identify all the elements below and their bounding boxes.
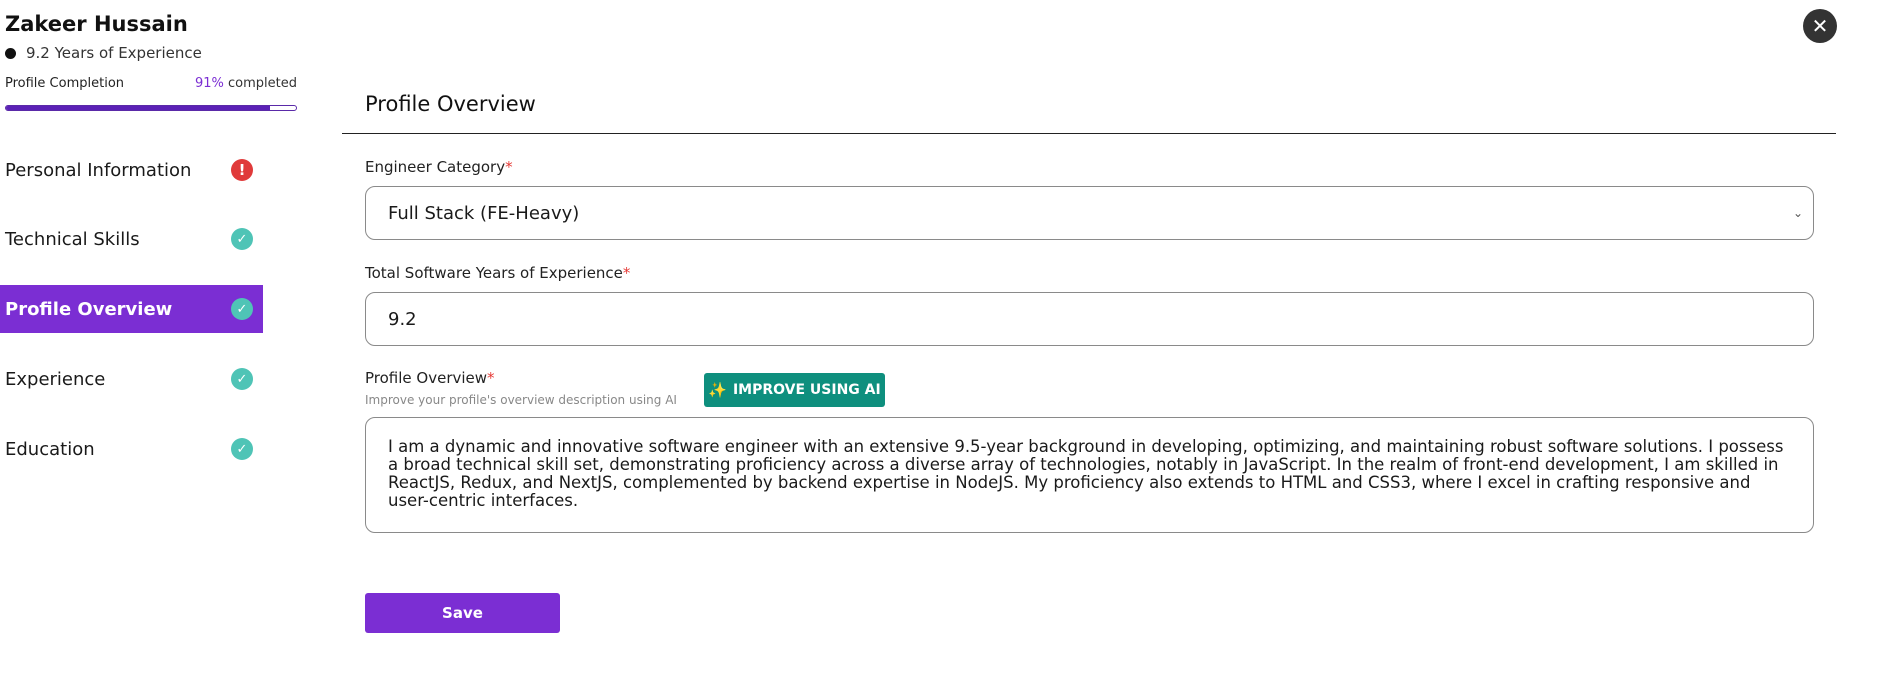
bullet-dot-icon bbox=[5, 47, 16, 59]
sidebar-item-technical-skills[interactable]: Technical Skills ✓ bbox=[0, 215, 263, 263]
improve-using-ai-button[interactable]: ✨ IMPROVE USING AI bbox=[704, 373, 885, 407]
sidebar-item-profile-overview[interactable]: Profile Overview ✓ bbox=[0, 285, 263, 333]
alert-icon: ! bbox=[231, 159, 253, 181]
required-marker: * bbox=[487, 369, 495, 387]
improve-using-ai-label: IMPROVE USING AI bbox=[732, 382, 881, 398]
years-experience-value: 9.2 bbox=[388, 308, 417, 330]
profile-overview-hint: Improve your profile's overview descript… bbox=[365, 393, 677, 407]
required-marker: * bbox=[622, 264, 631, 282]
sidebar-item-personal-information[interactable]: Personal Information ! bbox=[0, 146, 263, 194]
engineer-category-select[interactable]: Full Stack (FE-Heavy) ⌄ bbox=[365, 186, 1814, 240]
sidebar-item-label: Personal Information bbox=[5, 159, 192, 181]
sidebar-item-experience[interactable]: Experience ✓ bbox=[0, 355, 263, 403]
profile-completion-row: Profile Completion 91% completed bbox=[5, 76, 297, 91]
close-icon: ✕ bbox=[1811, 14, 1829, 38]
engineer-category-label-text: Engineer Category bbox=[365, 158, 506, 176]
years-experience-label-text: Total Software Years of Experience bbox=[365, 264, 623, 282]
profile-overview-label-text: Profile Overview bbox=[365, 369, 488, 387]
completion-percent: 91% bbox=[194, 76, 224, 91]
close-button[interactable]: ✕ bbox=[1803, 9, 1837, 43]
experience-text: 9.2 Years of Experience bbox=[26, 44, 202, 62]
profile-overview-textarea[interactable]: I am a dynamic and innovative software e… bbox=[365, 417, 1814, 533]
sidebar-item-label: Education bbox=[5, 438, 95, 460]
experience-summary: 9.2 Years of Experience bbox=[5, 44, 202, 62]
chevron-down-icon: ⌄ bbox=[1792, 206, 1803, 220]
completion-suffix: completed bbox=[223, 76, 297, 91]
profile-overview-label: Profile Overview* bbox=[365, 369, 495, 387]
save-button[interactable]: Save bbox=[365, 593, 560, 633]
check-circle-icon: ✓ bbox=[231, 438, 253, 460]
check-circle-icon: ✓ bbox=[231, 228, 253, 250]
years-experience-input[interactable]: 9.2 bbox=[365, 292, 1814, 346]
user-name: Zakeer Hussain bbox=[5, 12, 188, 36]
sparkles-icon: ✨ bbox=[708, 381, 727, 399]
years-experience-label: Total Software Years of Experience* bbox=[365, 264, 630, 282]
required-marker: * bbox=[505, 158, 513, 176]
profile-completion-progress bbox=[5, 105, 297, 111]
sidebar-item-label: Experience bbox=[5, 368, 106, 390]
check-circle-icon: ✓ bbox=[231, 298, 253, 320]
sidebar: Zakeer Hussain 9.2 Years of Experience P… bbox=[0, 0, 300, 680]
engineer-category-label: Engineer Category* bbox=[365, 158, 513, 176]
sidebar-item-education[interactable]: Education ✓ bbox=[0, 425, 263, 473]
section-divider bbox=[342, 133, 1836, 134]
profile-completion-label: Profile Completion bbox=[5, 76, 125, 91]
profile-completion-value: 91% completed bbox=[195, 76, 297, 91]
sidebar-item-label: Technical Skills bbox=[5, 228, 140, 250]
section-title: Profile Overview bbox=[365, 92, 536, 116]
engineer-category-value: Full Stack (FE-Heavy) bbox=[388, 202, 580, 224]
progress-fill bbox=[6, 106, 270, 110]
sidebar-item-label: Profile Overview bbox=[5, 298, 173, 320]
check-circle-icon: ✓ bbox=[231, 368, 253, 390]
